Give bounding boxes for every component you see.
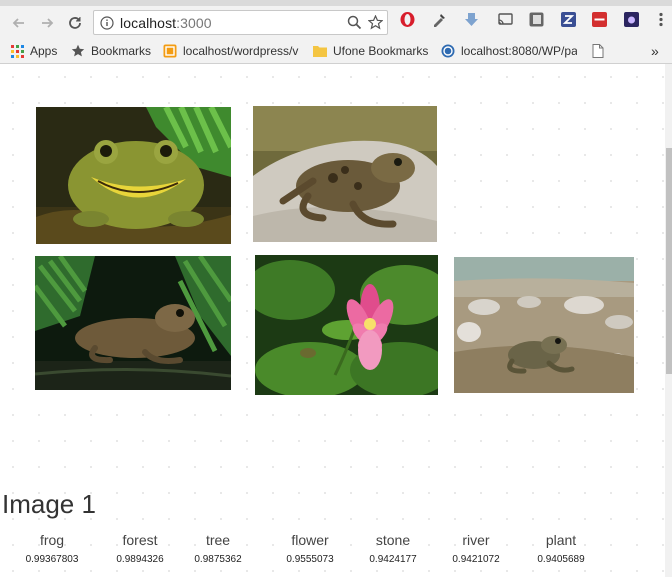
- result-heading: Image 1: [2, 489, 96, 519]
- prediction-item: tree 0.9875362: [189, 529, 247, 577]
- prediction-score: 0.9555073: [286, 554, 334, 565]
- bookmark-apps[interactable]: Apps: [10, 43, 57, 59]
- arrow-right-icon: [42, 18, 54, 28]
- prediction-score: 0.9894326: [116, 554, 164, 565]
- scrollbar-thumb[interactable]: [666, 148, 672, 374]
- square-extension-icon[interactable]: [528, 11, 545, 28]
- page-scrollbar[interactable]: [665, 64, 672, 577]
- prediction-label: river: [462, 532, 490, 548]
- prediction-score: 0.9424177: [369, 554, 417, 565]
- bookmark-label: localhost:8080/WP/pa: [461, 44, 577, 58]
- bookmark-label: Ufone Bookmarks: [333, 44, 429, 58]
- apps-grid-icon: [10, 44, 24, 58]
- prediction-item: stone 0.9424177: [364, 529, 422, 577]
- opera-extension-icon[interactable]: [399, 11, 416, 28]
- prediction-label: stone: [375, 532, 411, 548]
- bookmark-localhost-8080[interactable]: localhost:8080/WP/pa: [441, 43, 577, 59]
- bookmark-localhost-wordpress[interactable]: localhost/wordpress/v: [163, 43, 303, 59]
- forward-button[interactable]: [36, 12, 58, 34]
- star-icon: [71, 44, 85, 58]
- bookmark-page[interactable]: [591, 43, 611, 59]
- prediction-label: plant: [545, 532, 577, 548]
- bookmark-label: Apps: [30, 44, 58, 58]
- folder-icon: [313, 44, 327, 58]
- overflow-chevron-icon: »: [651, 43, 659, 59]
- dark-extension-icon[interactable]: [623, 11, 640, 28]
- address-text: localhost:3000: [120, 15, 212, 31]
- prediction-item: flower 0.9555073: [281, 529, 339, 577]
- download-extension-icon[interactable]: [463, 11, 480, 28]
- bookmark-label: localhost/wordpress/v: [183, 44, 299, 58]
- cors-extension-icon[interactable]: [591, 11, 608, 28]
- prediction-label: forest: [122, 532, 158, 548]
- bookmarks-overflow-button[interactable]: »: [651, 43, 659, 59]
- bookmark-label: Bookmarks: [91, 44, 152, 58]
- prediction-item: frog 0.99367803: [23, 529, 81, 577]
- bookmark-bookmarks[interactable]: Bookmarks: [71, 43, 151, 59]
- wordpress-icon: [441, 44, 455, 58]
- address-host: localhost: [120, 14, 177, 31]
- reload-button[interactable]: [64, 12, 86, 34]
- site-icon: [163, 44, 177, 58]
- prediction-score: 0.9875362: [194, 554, 242, 565]
- frog-photo-5[interactable]: [454, 257, 634, 393]
- arrow-left-icon: [12, 18, 24, 28]
- zotero-extension-icon[interactable]: [560, 11, 577, 28]
- bookmark-ufone[interactable]: Ufone Bookmarks: [313, 43, 428, 59]
- lotus-photo[interactable]: [255, 255, 438, 395]
- bookmarks-bar: Apps Bookmarks localhost/wordpress/v Ufo…: [0, 39, 672, 64]
- reload-icon: [69, 17, 81, 29]
- prediction-score: 0.9421072: [452, 554, 500, 565]
- eyedropper-extension-icon[interactable]: [431, 11, 448, 28]
- prediction-item: forest 0.9894326: [111, 529, 169, 577]
- prediction-item: plant 0.9405689: [532, 529, 590, 577]
- prediction-score: 0.99367803: [25, 554, 79, 565]
- prediction-label: tree: [205, 532, 231, 548]
- prediction-score: 0.9405689: [537, 554, 585, 565]
- address-bar[interactable]: localhost:3000: [93, 10, 388, 35]
- frog-photo-3[interactable]: [35, 256, 231, 390]
- prediction-label: frog: [39, 532, 65, 548]
- frog-photo-2[interactable]: [253, 106, 437, 242]
- address-port: :3000: [176, 14, 212, 31]
- bookmark-star-icon[interactable]: [367, 14, 384, 35]
- back-button[interactable]: [8, 12, 30, 34]
- prediction-item: river 0.9421072: [447, 529, 505, 577]
- cast-icon[interactable]: [497, 11, 514, 28]
- page-icon: [591, 44, 605, 58]
- frog-photo-1[interactable]: [36, 107, 231, 244]
- zoom-icon[interactable]: [347, 15, 362, 35]
- info-icon[interactable]: [100, 15, 114, 30]
- menu-dots-icon[interactable]: [652, 11, 669, 28]
- prediction-label: flower: [291, 532, 329, 548]
- page-content: Image 1 frog 0.99367803 forest 0.9894326…: [0, 64, 665, 577]
